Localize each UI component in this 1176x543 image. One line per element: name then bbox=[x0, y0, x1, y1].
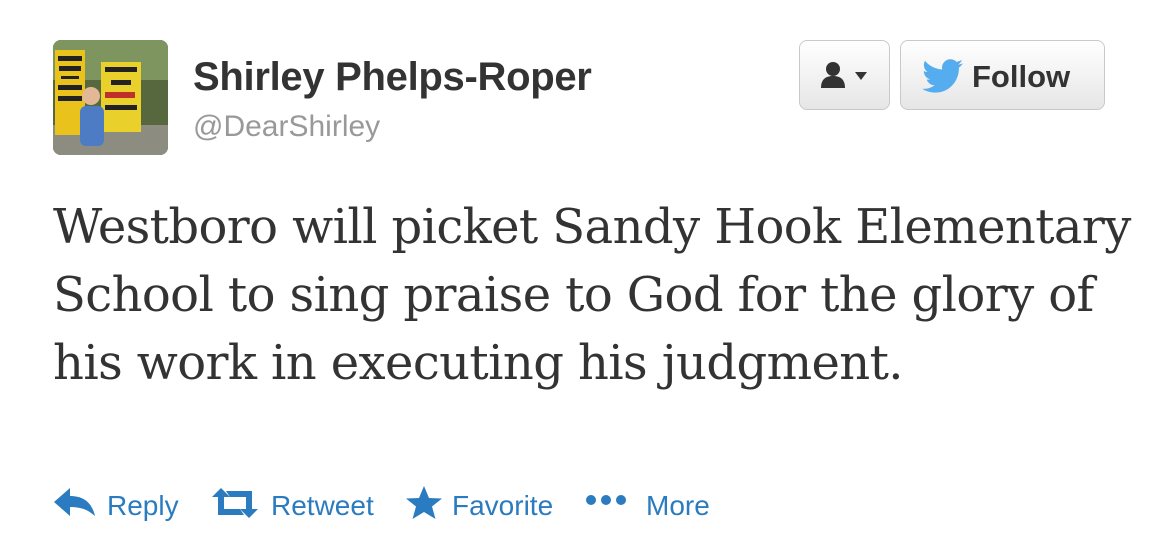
user-icon bbox=[821, 62, 845, 88]
tweet-text: Westboro will picket Sandy Hook Elementa… bbox=[53, 199, 1131, 391]
favorite-label: Favorite bbox=[452, 490, 554, 521]
reply-label: Reply bbox=[107, 490, 179, 521]
follow-label: Follow bbox=[972, 59, 1071, 94]
retweet-icon bbox=[212, 488, 258, 518]
chevron-down-icon bbox=[855, 72, 867, 80]
more-label: More bbox=[646, 490, 710, 521]
follow-button[interactable]: Follow bbox=[900, 40, 1105, 110]
star-icon bbox=[406, 486, 442, 519]
reply-arrow-icon bbox=[54, 488, 95, 516]
avatar-photo bbox=[53, 40, 168, 155]
avatar[interactable] bbox=[53, 40, 168, 155]
user-handle[interactable]: @DearShirley bbox=[193, 110, 380, 144]
tweet-card: Shirley Phelps-Roper @DearShirley Follow… bbox=[0, 0, 1176, 543]
more-dots-icon bbox=[586, 495, 626, 505]
twitter-bird-icon bbox=[922, 59, 963, 93]
user-fullname[interactable]: Shirley Phelps-Roper bbox=[193, 55, 592, 100]
user-actions-dropdown-button[interactable] bbox=[799, 40, 890, 110]
retweet-label: Retweet bbox=[271, 490, 374, 521]
